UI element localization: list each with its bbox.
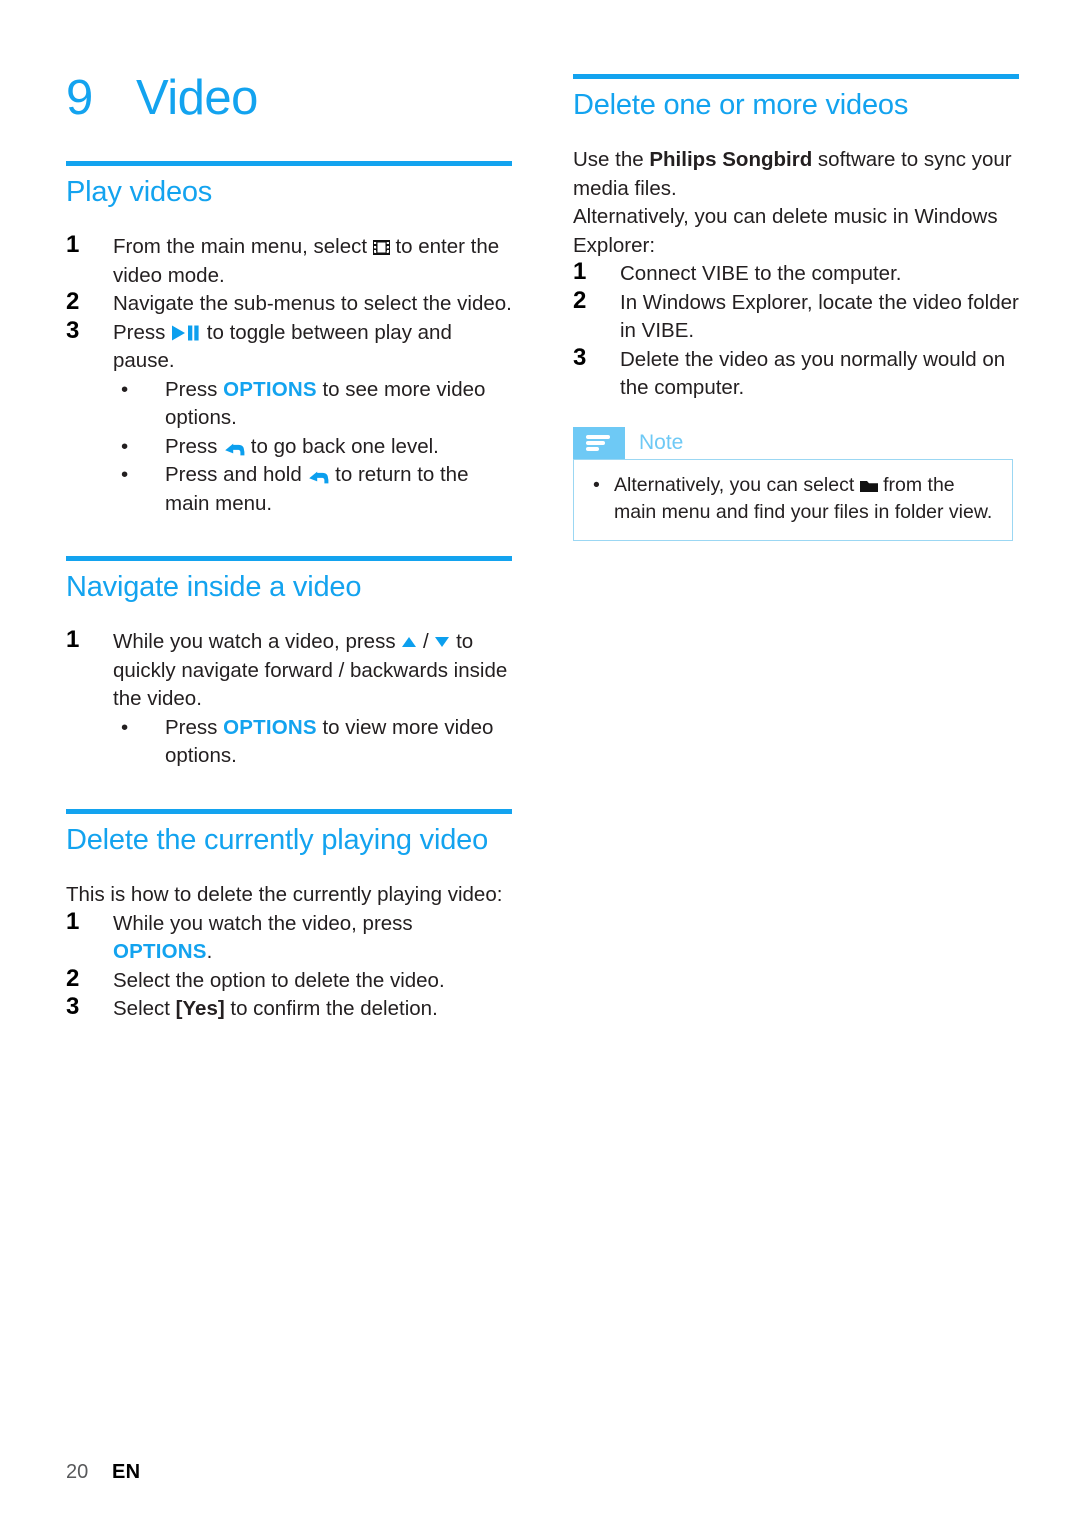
section-heading: Play videos [66,176,213,208]
step-number: 2 [66,964,80,992]
bullet-text: Press OPTIONS to view more video options… [165,715,494,768]
back-icon [223,437,245,456]
step-item: 1 While you watch a video, press / to qui… [66,626,512,771]
options-keyword: OPTIONS [223,715,317,739]
step-item: 1 While you watch the video, press OPTION… [66,907,512,967]
step-text: In Windows Explorer, locate the video fo… [620,290,1019,343]
back-icon [307,465,329,484]
play-pause-icon [171,322,201,341]
step-number: 2 [66,288,80,316]
bullet-item: • Press and hold to return to the main me… [113,461,512,518]
video-icon [372,240,390,256]
bullet-list: • Press OPTIONS to view more video option… [113,714,512,771]
footer-page-number: 20 [66,1461,89,1483]
bullet-glyph: • [121,715,129,739]
chapter-name: Video [136,71,258,125]
footer-language: EN [112,1461,141,1483]
bullet-text: Press to go back one level. [165,434,439,458]
step-text: From the main menu, select to enter the … [113,235,500,287]
step-item: 2 Select the option to delete the video. [66,964,512,996]
bullet-glyph: • [121,434,129,458]
step-item: 3 Delete the video as you normally would … [573,343,1019,403]
section-intro: This is how to delete the currently play… [66,883,503,907]
emphasis-text: [Yes] [175,997,225,1021]
step-text: Delete the video as you normally would o… [620,347,1006,400]
options-keyword: OPTIONS [223,377,317,401]
section-intro: Use the Philips Songbird software to syn… [573,148,1012,257]
manual-page: 9 Video Play videos 1 From the main menu, … [0,0,1080,1527]
section-heading: Navigate inside a video [66,571,362,604]
step-item: 1 Connect VIBE to the computer. [573,258,1019,289]
step-item: 2 In Windows Explorer, locate the video f… [573,286,1019,346]
bullet-item: • Press OPTIONS to see more video options… [113,376,512,433]
step-item: 2 Navigate the sub-menus to select the vi… [66,288,512,319]
section-heading: Delete the currently playing video [66,823,488,856]
bullet-glyph: • [593,473,600,496]
note-bullet-item: • Alternatively, you can select from the … [588,472,998,526]
bullet-list: • Press OPTIONS to see more video options… [113,376,512,519]
right-column: Delete one or more videos Use the Philips… [573,0,1019,541]
step-text: Navigate the sub-menus to select the vid… [113,292,512,316]
step-text: Select [Yes] to confirm the deletion. [113,997,438,1021]
note-header: Note [573,426,1013,459]
step-item: 1 From the main menu, select to enter the… [66,231,512,290]
triangle-down-icon [434,629,450,648]
options-keyword: OPTIONS [113,940,207,964]
step-number: 1 [66,907,80,935]
chapter-number: 9 [66,71,93,125]
step-number: 3 [573,343,587,371]
bullet-glyph: • [121,377,129,401]
step-text: Connect VIBE to the computer. [620,262,902,286]
page-footer: 20 EN [66,1461,140,1484]
page-title: 9 Video [66,0,512,123]
section-heading: Delete one or more videos [573,89,909,121]
note-label: Note [639,430,684,454]
step-number: 3 [66,993,80,1021]
step-list: 1 While you watch a video, press / to qui… [66,626,512,771]
left-column: 9 Video Play videos 1 From the main menu, … [66,0,512,1024]
note-bullet-list: • Alternatively, you can select from the … [588,472,998,526]
bullet-text: Press OPTIONS to see more video options. [165,377,486,430]
step-list: 1 From the main menu, select to enter the… [66,231,512,519]
bullet-text: Press and hold to return to the main men… [165,463,469,515]
step-number: 2 [573,286,587,314]
step-number: 3 [66,316,80,344]
step-list: 1 Connect VIBE to the computer. 2 In Window… [573,258,1019,403]
right-sections: Delete one or more videos Use the Philips… [573,74,1019,403]
emphasis-text: Philips Songbird [649,148,813,172]
step-number: 1 [573,258,587,286]
note-box: Note • Alternatively, you can select from… [573,426,1013,541]
step-item: 3 Press to toggle between play and pause.… [66,316,512,519]
folder-icon [859,474,878,492]
step-text: Press to toggle between play and pause. [113,320,452,373]
step-list: 1 While you watch the video, press OPTION… [66,907,512,1024]
step-item: 3 Select [Yes] to confirm the deletion. [66,993,512,1024]
note-bullet-text: Alternatively, you can select from the m… [614,473,993,523]
step-text: Select the option to delete the video. [113,968,445,992]
note-lines-icon [573,426,625,459]
step-text: While you watch the video, press OPTIONS… [113,911,413,964]
bullet-glyph: • [121,463,129,487]
note-body: • Alternatively, you can select from the … [573,458,1013,541]
step-number: 1 [66,626,80,654]
triangle-up-icon [401,629,417,648]
bullet-item: • Press OPTIONS to view more video option… [113,714,512,771]
step-text: While you watch a video, press / to quic… [113,629,508,711]
left-sections: Play videos 1 From the main menu, select t… [66,161,512,1024]
step-number: 1 [66,231,80,259]
bullet-item: • Press to go back one level. [113,433,512,462]
